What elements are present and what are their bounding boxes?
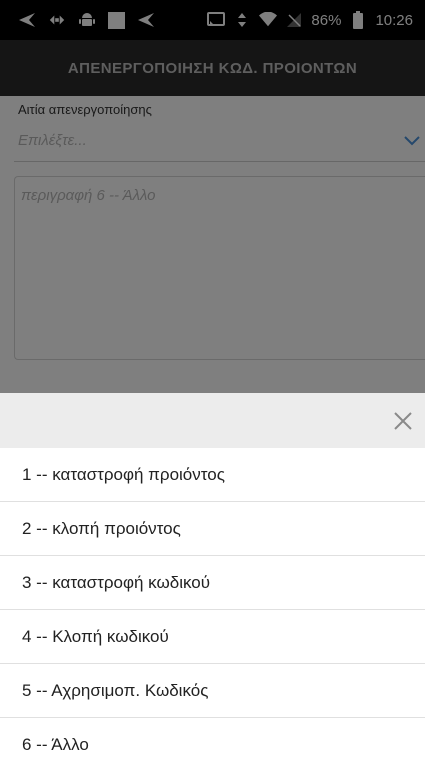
option-2[interactable]: 2 -- κλοπή προιόντος (0, 502, 425, 556)
option-6[interactable]: 6 -- Άλλο (0, 718, 425, 758)
option-label: 5 -- Αχρησιμοπ. Κωδικός (22, 680, 209, 700)
sheet-header (0, 393, 425, 448)
reason-options-sheet: 1 -- καταστροφή προιόντος 2 -- κλοπή προ… (0, 393, 425, 758)
close-icon (394, 412, 412, 430)
option-1[interactable]: 1 -- καταστροφή προιόντος (0, 448, 425, 502)
option-label: 6 -- Άλλο (22, 735, 89, 754)
option-label: 4 -- Κλοπή κωδικού (22, 626, 169, 646)
option-3[interactable]: 3 -- καταστροφή κωδικού (0, 556, 425, 610)
close-button[interactable] (387, 405, 419, 437)
option-4[interactable]: 4 -- Κλοπή κωδικού (0, 610, 425, 664)
option-label: 1 -- καταστροφή προιόντος (22, 464, 225, 484)
option-label: 3 -- καταστροφή κωδικού (22, 572, 211, 592)
option-5[interactable]: 5 -- Αχρησιμοπ. Κωδικός (0, 664, 425, 718)
option-label: 2 -- κλοπή προιόντος (22, 518, 181, 538)
